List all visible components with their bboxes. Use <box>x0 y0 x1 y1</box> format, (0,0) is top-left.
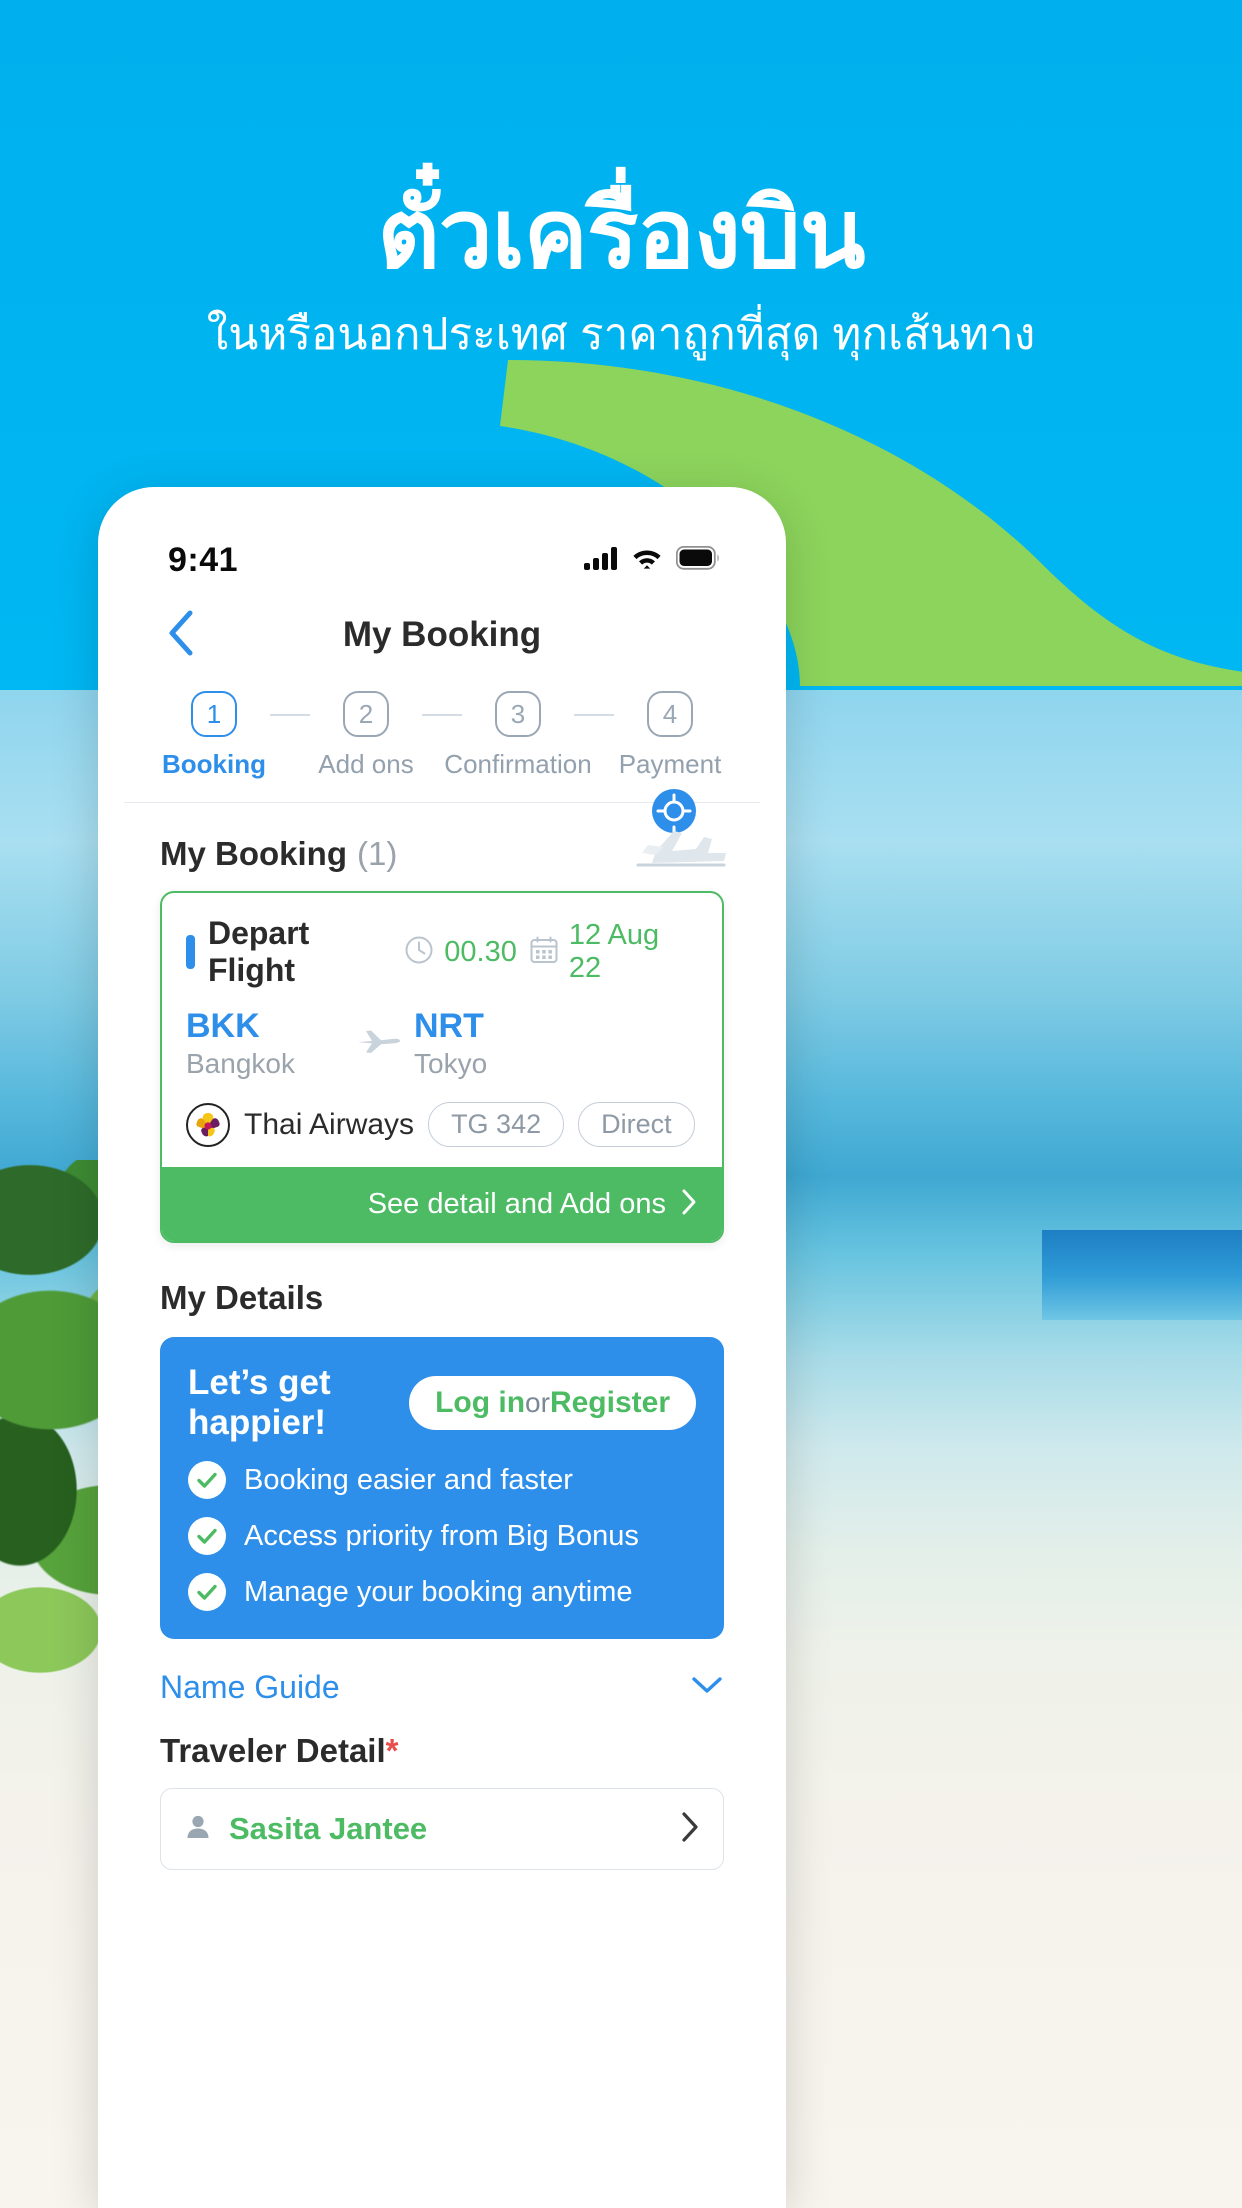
promo-benefit-text: Access priority from Big Bonus <box>244 1519 639 1552</box>
login-register-button[interactable]: Log inorRegister <box>409 1376 696 1431</box>
phone-screen: 9:41 My Booking 1 Booking 2 Add ons 3 Co… <box>124 513 760 2208</box>
hero-block: ตั๋วเครื่องบิน ในหรือนอกประเทศ ราคาถูกที… <box>0 180 1242 364</box>
destination: NRT Tokyo <box>414 1007 572 1080</box>
depart-flight-text: Depart Flight <box>207 915 310 988</box>
thai-airways-logo-icon <box>186 1102 230 1147</box>
status-bar: 9:41 <box>124 513 760 589</box>
airplane-takeoff-icon <box>612 787 732 883</box>
cellular-signal-icon <box>584 546 618 575</box>
airplane-right-icon <box>344 1007 414 1055</box>
traveler-name: Sasita Jantee <box>229 1811 428 1847</box>
or-label: or <box>525 1387 550 1419</box>
promo-header: Let’s get happier! Log inorRegister <box>188 1363 696 1443</box>
section-title-my-booking: My Booking <box>160 835 347 872</box>
required-mark: * <box>385 1732 399 1770</box>
flight-date-text: 12 Aug 22 <box>568 919 660 984</box>
my-booking-count: (1) <box>357 835 398 872</box>
promo-title: Let’s get happier! <box>188 1363 331 1443</box>
see-detail-add-ons-button[interactable]: See detail and Add ons <box>162 1167 722 1242</box>
name-guide-label: Name Guide <box>160 1669 340 1706</box>
promo-benefit: Access priority from Big Bonus <box>188 1517 696 1556</box>
destination-code: NRT <box>414 1007 484 1045</box>
airline-name: Thai Airways <box>244 1107 415 1141</box>
step-number: 1 <box>191 691 237 737</box>
promo-benefit: Manage your booking anytime <box>188 1573 696 1612</box>
step-booking[interactable]: 1 Booking <box>158 691 270 780</box>
clock-icon <box>404 935 434 970</box>
flight-route: BKK Bangkok NRT Tokyo <box>186 1007 698 1080</box>
calendar-icon <box>529 935 559 970</box>
step-number: 4 <box>647 691 693 737</box>
promo-benefit-text: Booking easier and faster <box>244 1463 573 1496</box>
flight-card[interactable]: Depart Flight 00.30 12 Aug 22 BKK Bangko… <box>160 891 724 1244</box>
chevron-down-icon <box>690 1674 724 1701</box>
promo-benefit: Booking easier and faster <box>188 1461 696 1500</box>
traveler-row[interactable]: Sasita Jantee <box>160 1788 724 1871</box>
section-title-traveler-detail: Traveler Detail* <box>160 1732 724 1770</box>
person-icon <box>183 1812 213 1847</box>
chevron-right-icon <box>680 1187 698 1222</box>
step-connector <box>574 713 614 716</box>
page-subtitle: ในหรือนอกประเทศ ราคาถูกที่สุด ทุกเส้นทาง <box>206 310 1036 360</box>
step-number: 2 <box>343 691 389 737</box>
nav-title: My Booking <box>342 615 542 654</box>
promo-banner: Let’s get happier! Log inorRegister Book… <box>160 1337 724 1640</box>
airline-row: Thai Airways TG 342 Direct <box>186 1102 698 1148</box>
flight-time: 00.30 <box>404 935 517 970</box>
check-circle-icon <box>188 1461 226 1500</box>
register-label: Register <box>549 1386 670 1420</box>
step-connector <box>422 713 462 716</box>
accent-bar <box>186 935 195 969</box>
flight-card-top-row: Depart Flight 00.30 12 Aug 22 <box>186 915 698 989</box>
origin: BKK Bangkok <box>186 1007 344 1080</box>
chevron-left-icon <box>166 609 196 662</box>
destination-city: Tokyo <box>414 1048 488 1080</box>
step-label: Payment <box>618 749 722 779</box>
flight-date: 12 Aug 22 <box>529 919 698 985</box>
step-label: Booking <box>162 749 266 779</box>
background-sea-strip <box>1042 1230 1242 1320</box>
origin-code: BKK <box>186 1007 260 1045</box>
phone-mockup: 9:41 My Booking 1 Booking 2 Add ons 3 Co… <box>98 487 786 2208</box>
step-label: Add ons <box>318 749 414 779</box>
flight-time-text: 00.30 <box>444 935 517 968</box>
name-guide-accordion[interactable]: Name Guide <box>160 1639 724 1732</box>
step-number: 3 <box>495 691 541 737</box>
depart-flight-label: Depart Flight <box>186 915 404 989</box>
see-detail-label: See detail and Add ons <box>367 1187 666 1220</box>
back-button[interactable] <box>154 608 208 662</box>
check-circle-icon <box>188 1573 226 1612</box>
promo-benefit-text: Manage your booking anytime <box>244 1575 633 1608</box>
step-label: Confirmation <box>444 749 592 779</box>
check-circle-icon <box>188 1517 226 1556</box>
login-label: Log in <box>435 1386 526 1420</box>
progress-stepper: 1 Booking 2 Add ons 3 Confirmation 4 Pay… <box>124 681 760 802</box>
my-booking-header: My Booking (1) <box>160 789 726 891</box>
status-icons <box>584 545 720 575</box>
step-add-ons[interactable]: 2 Add ons <box>310 691 422 780</box>
origin-city: Bangkok <box>186 1048 295 1080</box>
nav-bar: My Booking <box>124 589 760 681</box>
booking-content: My Booking (1) Depart Flight 00.30 12 Au… <box>124 789 760 1871</box>
flight-card-body: Depart Flight 00.30 12 Aug 22 BKK Bangko… <box>162 893 722 1167</box>
wifi-icon <box>631 546 663 575</box>
flight-number-pill: TG 342 <box>428 1102 565 1148</box>
step-confirmation[interactable]: 3 Confirmation <box>444 691 592 780</box>
chevron-right-icon <box>679 1810 701 1849</box>
step-payment[interactable]: 4 Payment <box>614 691 726 780</box>
status-time: 9:41 <box>168 540 239 579</box>
stops-pill: Direct <box>578 1102 695 1148</box>
page-title: ตั๋วเครื่องบิน <box>377 181 866 288</box>
flight-meta: 00.30 12 Aug 22 <box>404 919 698 985</box>
section-title-my-details: My Details <box>160 1279 324 1317</box>
step-connector <box>270 713 310 716</box>
traveler-detail-label: Traveler Detail <box>160 1732 386 1770</box>
battery-icon <box>675 545 720 575</box>
